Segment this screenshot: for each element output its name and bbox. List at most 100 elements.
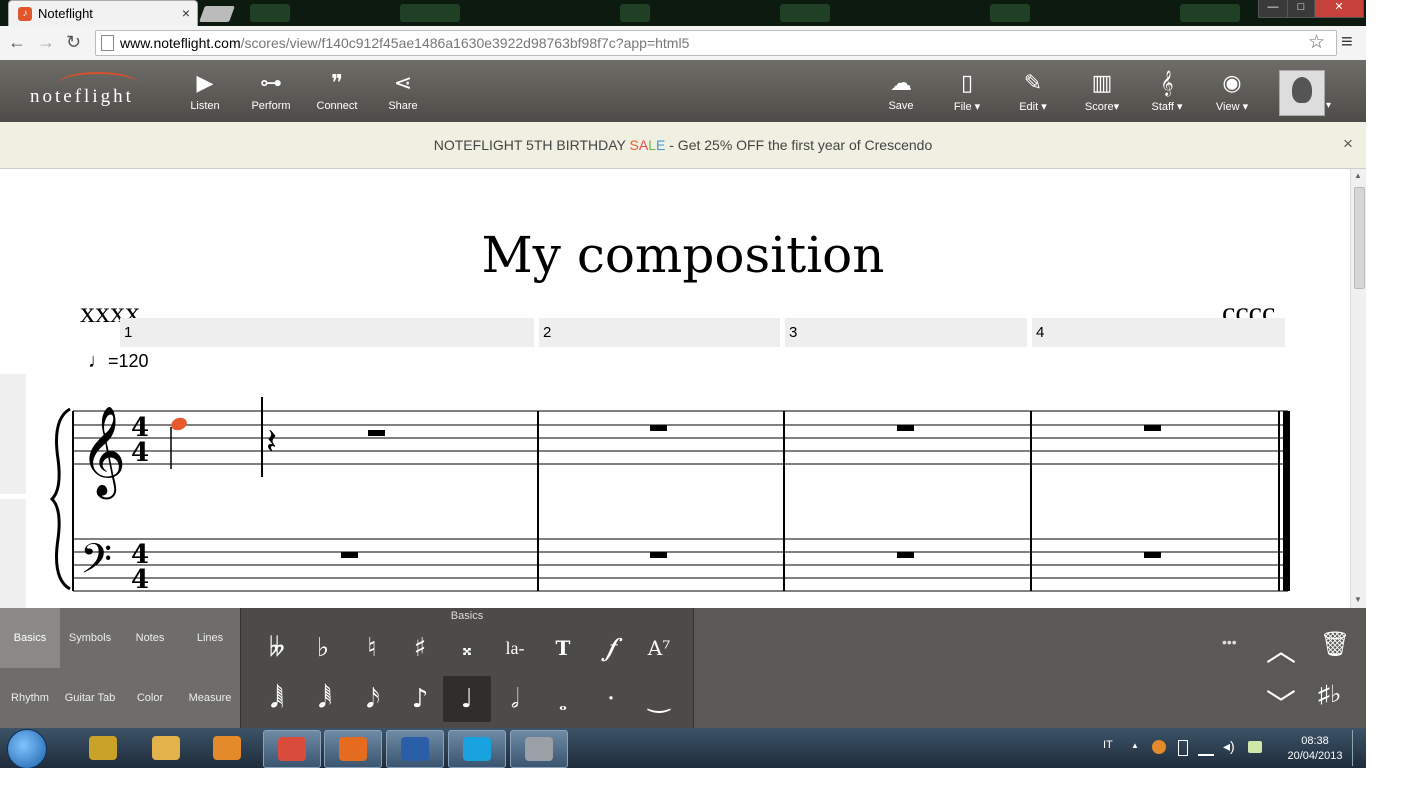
edit-menu-button[interactable]: ✎ Edit ▾ [1004,70,1062,113]
chord-symbol-icon[interactable]: A⁷ [635,625,683,671]
flat-icon[interactable]: ♭ [299,625,347,671]
network-icon[interactable] [1198,740,1214,756]
double-flat-icon[interactable]: 𝄫 [253,625,301,671]
new-tab-button[interactable] [199,6,235,22]
word-app[interactable] [386,730,444,768]
skype-app[interactable] [448,730,506,768]
double-sharp-icon[interactable]: 𝄪 [443,625,491,671]
natural-icon[interactable]: ♮ [348,625,396,671]
noteflight-logo[interactable]: noteflight [30,72,138,108]
perform-button[interactable]: ⊶ Perform [242,70,300,112]
explorer-icon [152,736,180,760]
tie-icon[interactable]: ‿ [635,676,683,722]
bookmark-star-icon[interactable]: ☆ [1308,31,1325,54]
time-sig-bottom-bass: 4 [131,565,149,595]
thirtysecond-note-icon[interactable]: 𝅘𝅥𝅱 [301,676,349,722]
user-avatar[interactable] [1279,70,1325,116]
text-icon[interactable]: T [539,625,587,671]
listen-button[interactable]: ▶ Listen [176,70,234,112]
battery-icon[interactable] [1178,740,1188,756]
sharp-icon[interactable]: ♯ [396,625,444,671]
desktop-margin [0,768,1408,800]
half-note-icon[interactable]: 𝅗𝅥 [491,676,539,722]
paint-app[interactable] [510,730,568,768]
palette-tab-rhythm[interactable]: Rhythm [0,668,61,729]
browser-tab[interactable]: ♪ Noteflight × [8,0,198,27]
scrollbar-thumb[interactable] [1354,187,1365,289]
noteflight-toolbar: noteflight ▶ Listen ⊶ Perform ❞ Connect … [0,60,1366,122]
palette-basics-panel: Basics 𝄫 ♭ ♮ ♯ 𝄪 la- T 𝆑 A⁷ 𝅘𝅥𝅲 𝅘𝅥𝅱 𝅘𝅥𝅯 … [240,608,694,728]
staff-system[interactable]: 𝄞 𝄢 4 4 4 4 𝄽 [0,169,1350,608]
dot-icon[interactable]: · [587,676,635,722]
eighth-note-icon[interactable]: ♪ [396,676,444,722]
whole-rest [897,552,914,558]
clock[interactable]: 08:38 20/04/2013 [1280,734,1350,764]
chrome-menu-icon[interactable]: ≡ [1341,31,1353,54]
desktop-margin-right [1366,0,1408,768]
share-button[interactable]: ⋖ Share [374,70,432,112]
file-menu-button[interactable]: ▯ File ▾ [938,70,996,113]
back-icon[interactable]: ← [8,32,26,53]
palette-tab-lines[interactable]: Lines [180,608,241,669]
palette-tab-basics[interactable]: Basics [0,608,61,669]
staff-menu-button[interactable]: 𝄞 Staff ▾ [1138,70,1196,113]
trash-icon[interactable]: 🗑 [1320,630,1350,659]
quarter-note-icon[interactable]: ♩ [443,676,491,722]
score-canvas[interactable]: My composition xxxx cccc 1 2 3 4 ♩=120 𝄞… [0,169,1350,608]
start-button[interactable] [7,729,47,769]
connect-button[interactable]: ❞ Connect [308,70,366,112]
lyric-icon[interactable]: la- [491,625,539,671]
chrome-icon [278,737,306,761]
whole-rest [1144,552,1161,558]
palette-tab-measure[interactable]: Measure [180,668,241,729]
move-up-icon[interactable]: ︿ [1266,626,1296,670]
sixteenth-note-icon[interactable]: 𝅘𝅥𝅯 [349,676,397,722]
banner-close-button[interactable]: × [1343,134,1353,154]
tray-app-icon[interactable] [1152,740,1166,754]
volume-icon[interactable]: ◂) [1223,738,1235,755]
palette-tab-color[interactable]: Color [120,668,181,729]
markers-app[interactable] [75,730,131,766]
sale-banner: NOTEFLIGHT 5TH BIRTHDAY SALE - Get 25% O… [0,122,1366,169]
notification-icon[interactable] [1248,741,1262,753]
firefox-app[interactable] [324,730,382,768]
tray-expand-icon[interactable]: ▲ [1131,741,1139,750]
eye-icon: ◉ [1222,70,1242,95]
show-desktop-button[interactable] [1352,730,1365,766]
avatar-caret-icon[interactable]: ▾ [1326,100,1331,111]
palette-tab-guitar-tab[interactable]: Guitar Tab [60,668,121,729]
chrome-app[interactable] [263,730,321,768]
page-icon [101,35,114,51]
palette-tab-symbols[interactable]: Symbols [60,608,121,669]
tab-close-button[interactable]: × [182,5,190,21]
score-scrollbar[interactable]: ▲ ▼ [1350,169,1367,608]
score-menu-button[interactable]: ▥ Score▾ [1073,70,1131,113]
maximize-button[interactable]: □ [1287,0,1315,18]
skype-icon [463,737,491,761]
firefox-icon [339,737,367,761]
url-field[interactable]: www.noteflight.com/scores/view/f140c912f… [95,30,1337,56]
view-menu-button[interactable]: ◉ View ▾ [1203,70,1261,113]
trumpet-icon: ⊶ [260,70,282,95]
language-indicator[interactable]: IT [1103,739,1113,751]
minimize-button[interactable]: — [1258,0,1288,18]
share-icon: ⋖ [393,70,413,95]
treble-clef: 𝄞 [80,406,126,500]
address-toolbar: ← → ↻ www.noteflight.com/scores/view/f14… [0,26,1366,61]
move-down-icon[interactable]: ﹀ [1266,680,1296,724]
more-options-icon[interactable]: ••• [1222,634,1237,650]
palette-tab-notes[interactable]: Notes [120,608,181,669]
dynamics-icon[interactable]: 𝆑 [587,625,635,671]
close-window-button[interactable]: ✕ [1314,0,1364,18]
enharmonic-icon[interactable]: ♯♭ [1318,680,1341,709]
explorer-app[interactable] [138,730,194,766]
media-player-app[interactable] [199,730,255,766]
sixtyfourth-note-icon[interactable]: 𝅘𝅥𝅲 [253,676,301,722]
sale-banner-text[interactable]: NOTEFLIGHT 5TH BIRTHDAY SALE - Get 25% O… [0,137,1366,153]
forward-icon[interactable]: → [37,32,55,53]
play-icon: ▶ [196,70,214,95]
word-icon [401,737,429,761]
save-button[interactable]: ☁ Save [872,70,930,112]
reload-icon[interactable]: ↻ [66,32,81,53]
whole-note-icon[interactable]: 𝅝 [539,680,587,726]
